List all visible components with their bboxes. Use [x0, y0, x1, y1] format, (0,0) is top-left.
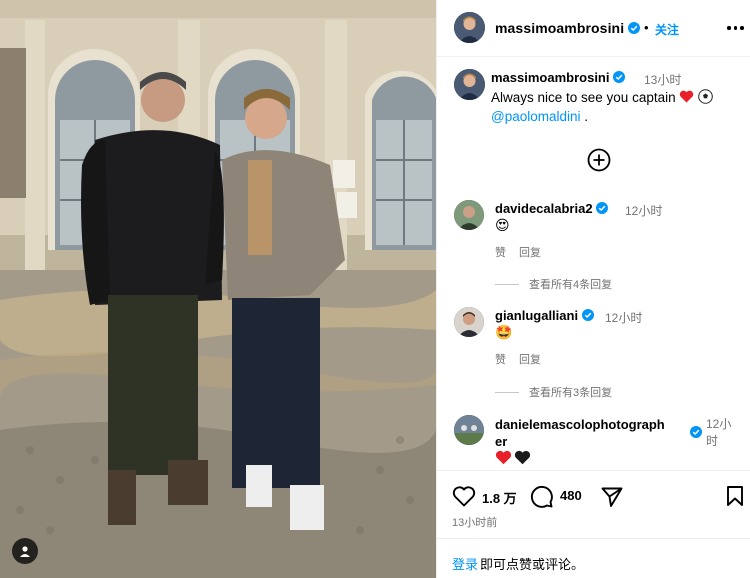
commenter-avatar[interactable]: [454, 307, 484, 337]
comment-timestamp: 12小时: [605, 311, 643, 325]
comment-bubble-icon[interactable]: [530, 485, 554, 509]
heart-outline-icon[interactable]: [452, 485, 476, 507]
bookmark-icon[interactable]: [725, 485, 745, 507]
caption-text: Always nice to see you captain @paolomal…: [491, 88, 741, 126]
red-heart-emoji-icon: [680, 90, 694, 103]
post-header: massimoambrosini • 关注: [437, 0, 750, 57]
post-photo[interactable]: [0, 0, 436, 578]
black-heart-emoji-icon: [514, 450, 531, 465]
login-prompt: 登录 即可点赞或评论。: [437, 538, 750, 578]
verified-badge-icon: [690, 426, 702, 438]
tagged-users-icon[interactable]: [12, 538, 38, 564]
add-comment-circle-icon[interactable]: [587, 148, 611, 172]
mention-link[interactable]: @paolomaldini: [491, 109, 581, 124]
more-options-icon[interactable]: [727, 22, 745, 34]
separator-dot: •: [644, 20, 649, 35]
comment-timestamp: 12小 时: [706, 417, 732, 448]
view-replies-button[interactable]: 查看所有4条回复: [495, 276, 612, 292]
paper-plane-icon[interactable]: [600, 485, 624, 509]
login-link[interactable]: 登录: [452, 554, 478, 573]
like-count[interactable]: 1.8 万: [482, 488, 517, 507]
comment-username[interactable]: gianlugalliani: [495, 308, 594, 323]
view-replies-button[interactable]: 查看所有3条回复: [495, 384, 612, 400]
commenter-avatar[interactable]: [454, 200, 484, 230]
comment-text: [495, 450, 531, 465]
soccer-ball-emoji-icon: [698, 89, 713, 104]
comment-username[interactable]: davidecalabria2: [495, 201, 609, 216]
avatar[interactable]: [454, 12, 485, 43]
commenter-avatar[interactable]: [454, 415, 484, 445]
caption-avatar[interactable]: [454, 69, 485, 100]
reply-button[interactable]: 回复: [519, 351, 541, 367]
author-username[interactable]: massimoambrosini: [495, 20, 641, 36]
verified-badge-icon: [581, 309, 594, 321]
photo-illustration: [0, 0, 436, 578]
comment-text: 🤩: [495, 324, 513, 340]
login-prompt-text: 即可点赞或评论。: [480, 557, 585, 572]
caption-timestamp[interactable]: 13小时: [644, 71, 681, 88]
verified-badge-icon: [628, 22, 641, 34]
reply-button[interactable]: 回复: [519, 244, 541, 260]
action-bar: 1.8 万 480: [437, 470, 750, 520]
comment-username[interactable]: danielemascolophotograph er: [495, 416, 685, 450]
verified-badge-icon: [596, 202, 609, 214]
view-replies-label: 查看所有4条回复: [529, 279, 613, 291]
like-comment-button[interactable]: 赞: [495, 244, 506, 260]
post-timestamp[interactable]: 13小时前: [452, 514, 497, 530]
like-comment-button[interactable]: 赞: [495, 351, 506, 367]
caption-trailing: .: [580, 109, 589, 124]
view-replies-label: 查看所有3条回复: [529, 387, 613, 399]
comment-text: 😍: [495, 217, 510, 233]
caption-body: Always nice to see you captain: [491, 90, 676, 105]
comment-count[interactable]: 480: [560, 488, 582, 503]
verified-badge-icon: [613, 71, 626, 83]
red-heart-emoji-icon: [495, 450, 512, 465]
comment-timestamp: 12小时: [625, 204, 663, 218]
caption-username[interactable]: massimoambrosini: [491, 70, 626, 85]
follow-button[interactable]: 关注: [655, 21, 679, 38]
post-detail-panel: massimoambrosini • 关注 massimoambrosini 1…: [436, 0, 750, 578]
